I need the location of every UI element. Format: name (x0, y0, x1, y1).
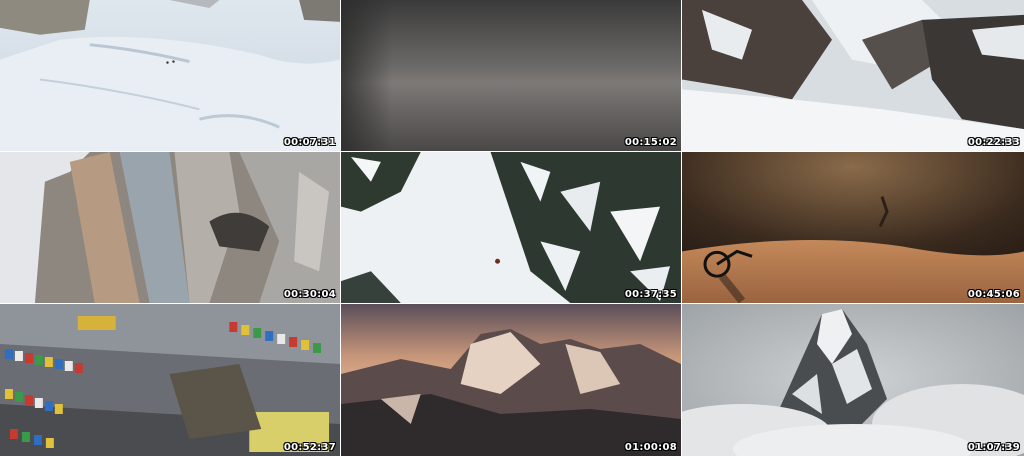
thumbnail-glacier[interactable]: 00:07:31 (0, 0, 341, 152)
granite-cliff-image (0, 152, 340, 303)
timestamp-label: 00:30:04 (283, 289, 336, 300)
blurred-image (341, 0, 681, 151)
timestamp-label: 00:15:02 (624, 137, 677, 148)
thumbnail-prayer-flags[interactable]: 00:52:37 (0, 304, 341, 456)
skier-forest-image (341, 152, 681, 303)
timestamp-label: 00:22:33 (967, 137, 1020, 148)
timestamp-label: 00:37:35 (624, 289, 677, 300)
peak-clouds-image (682, 304, 1024, 456)
thumbnail-peak-clouds[interactable]: 01:07:39 (682, 304, 1024, 456)
thumbnail-mountain-biker[interactable]: 00:45:06 (682, 152, 1024, 304)
timestamp-label: 00:07:31 (283, 137, 336, 148)
sunset-mountains-image (341, 304, 681, 456)
thumbnail-sunset-mountains[interactable]: 01:00:08 (341, 304, 682, 456)
thumbnail-blurred[interactable]: 00:15:02 (341, 0, 682, 152)
timestamp-label: 00:52:37 (283, 442, 336, 453)
thumbnail-grid: 00:07:31 00:15:02 00:22:33 00:30:04 00:3… (0, 0, 1024, 456)
timestamp-label: 01:07:39 (967, 442, 1020, 453)
timestamp-label: 01:00:08 (624, 442, 677, 453)
thumbnail-granite-cliff[interactable]: 00:30:04 (0, 152, 341, 304)
thumbnail-snowy-valley[interactable]: 00:22:33 (682, 0, 1024, 152)
snowy-valley-image (682, 0, 1024, 151)
timestamp-label: 00:45:06 (967, 289, 1020, 300)
mountain-biker-image (682, 152, 1024, 303)
thumbnail-skier[interactable]: 00:37:35 (341, 152, 682, 304)
prayer-flags-image (0, 304, 340, 456)
glacier-image (0, 0, 340, 151)
